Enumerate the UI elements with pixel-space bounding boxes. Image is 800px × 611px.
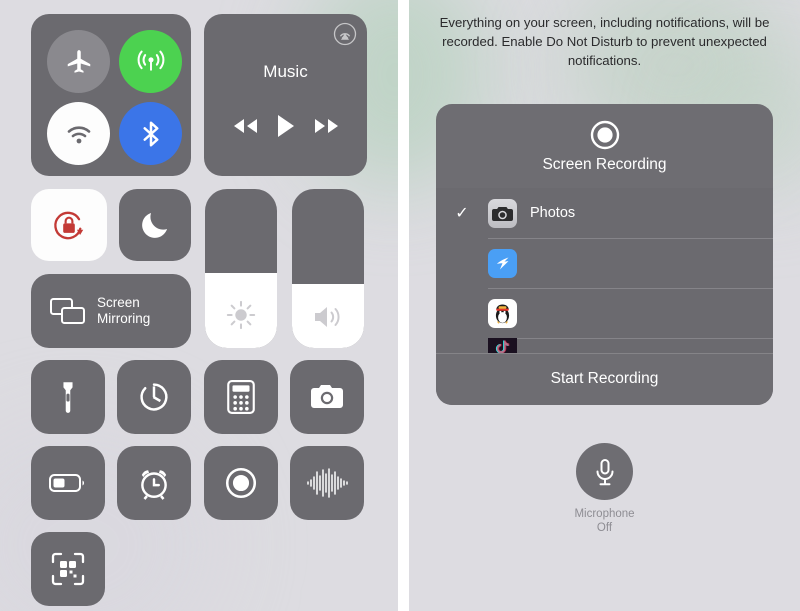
battery-icon xyxy=(49,474,85,492)
timer-icon xyxy=(140,383,168,411)
destination-row-photos[interactable]: ✓ Photos xyxy=(436,188,773,238)
screen-mirroring-label: Screen Mirroring xyxy=(97,295,150,327)
voice-memos-button[interactable] xyxy=(290,446,364,520)
waveform-icon xyxy=(307,468,348,498)
selected-checkmark: ✓ xyxy=(455,205,469,222)
microphone-control: Microphone Off xyxy=(409,443,800,535)
bluetooth-toggle[interactable] xyxy=(119,102,182,165)
record-icon xyxy=(225,467,257,499)
rotation-lock-icon xyxy=(54,211,84,240)
dark-app-icon xyxy=(488,338,517,353)
destination-list: ✓ Photos xyxy=(436,188,773,353)
microphone-icon xyxy=(596,458,613,485)
flashlight-button[interactable] xyxy=(31,360,105,434)
sheet-header: Screen Recording xyxy=(436,104,773,188)
music-transport xyxy=(204,114,367,138)
destination-row-clipped[interactable] xyxy=(436,338,773,353)
calculator-icon xyxy=(227,380,255,414)
play-icon xyxy=(277,115,294,137)
destination-row-qq[interactable] xyxy=(436,288,773,338)
alarm-clock-icon xyxy=(141,470,167,500)
flashlight-icon xyxy=(63,382,73,413)
fast-forward-icon xyxy=(314,119,338,133)
camera-button[interactable] xyxy=(290,360,364,434)
screenshot-root: Music Screen Mirroring Everything on you… xyxy=(0,0,800,611)
moon-icon xyxy=(142,212,168,238)
music-title: Music xyxy=(263,62,308,81)
qq-penguin-icon xyxy=(488,298,517,328)
photos-camera-icon xyxy=(488,198,517,228)
microphone-toggle[interactable] xyxy=(576,443,633,500)
music-widget[interactable]: Music xyxy=(204,14,367,176)
qr-code-icon xyxy=(51,552,85,586)
destination-row-dingtalk[interactable] xyxy=(436,238,773,288)
screen-mirroring-button[interactable]: Screen Mirroring xyxy=(31,274,191,348)
dingtalk-icon xyxy=(488,248,517,278)
connectivity-group[interactable] xyxy=(31,14,191,176)
start-recording-button[interactable]: Start Recording xyxy=(436,353,773,405)
control-center-panel: Music Screen Mirroring xyxy=(0,0,398,611)
brightness-icon xyxy=(205,298,277,332)
calculator-button[interactable] xyxy=(204,360,278,434)
screen-recording-button[interactable] xyxy=(204,446,278,520)
speaker-icon xyxy=(292,302,364,332)
microphone-label: Microphone Off xyxy=(574,507,634,535)
bluetooth-icon xyxy=(143,121,158,146)
recording-warning-text: Everything on your screen, including not… xyxy=(439,15,770,68)
airplay-audio-icon[interactable] xyxy=(333,22,357,46)
qr-code-scanner-button[interactable] xyxy=(31,532,105,606)
do-not-disturb-toggle[interactable] xyxy=(119,189,191,261)
panel-divider xyxy=(398,0,409,611)
microphone-label-line1: Microphone xyxy=(574,508,635,520)
camera-icon xyxy=(311,385,343,408)
wifi-toggle[interactable] xyxy=(47,102,110,165)
screen-mirroring-icon xyxy=(50,298,85,324)
brightness-slider[interactable] xyxy=(205,189,277,348)
airplane-icon xyxy=(67,49,90,73)
cellular-icon xyxy=(137,50,164,70)
orientation-lock-toggle[interactable] xyxy=(31,189,107,261)
volume-slider[interactable] xyxy=(292,189,364,348)
next-track-button[interactable] xyxy=(313,117,341,135)
sheet-title: Screen Recording xyxy=(542,156,667,173)
airplane-mode-toggle[interactable] xyxy=(47,30,110,93)
destination-label: Photos xyxy=(530,205,576,221)
rewind-icon xyxy=(233,119,257,133)
screen-mirroring-label-line1: Screen xyxy=(97,295,140,310)
microphone-label-line2: Off xyxy=(596,522,613,534)
cellular-data-toggle[interactable] xyxy=(119,30,182,93)
record-icon xyxy=(436,118,773,152)
timer-button[interactable] xyxy=(117,360,191,434)
low-power-mode-button[interactable] xyxy=(31,446,105,520)
previous-track-button[interactable] xyxy=(231,117,259,135)
alarm-button[interactable] xyxy=(117,446,191,520)
wifi-icon xyxy=(67,125,90,143)
play-button[interactable] xyxy=(276,114,296,138)
screen-recording-panel: Everything on your screen, including not… xyxy=(409,0,800,611)
screen-recording-sheet: Screen Recording ✓ Photos Start Recordin… xyxy=(436,104,773,405)
screen-mirroring-label-line2: Mirroring xyxy=(97,311,151,326)
